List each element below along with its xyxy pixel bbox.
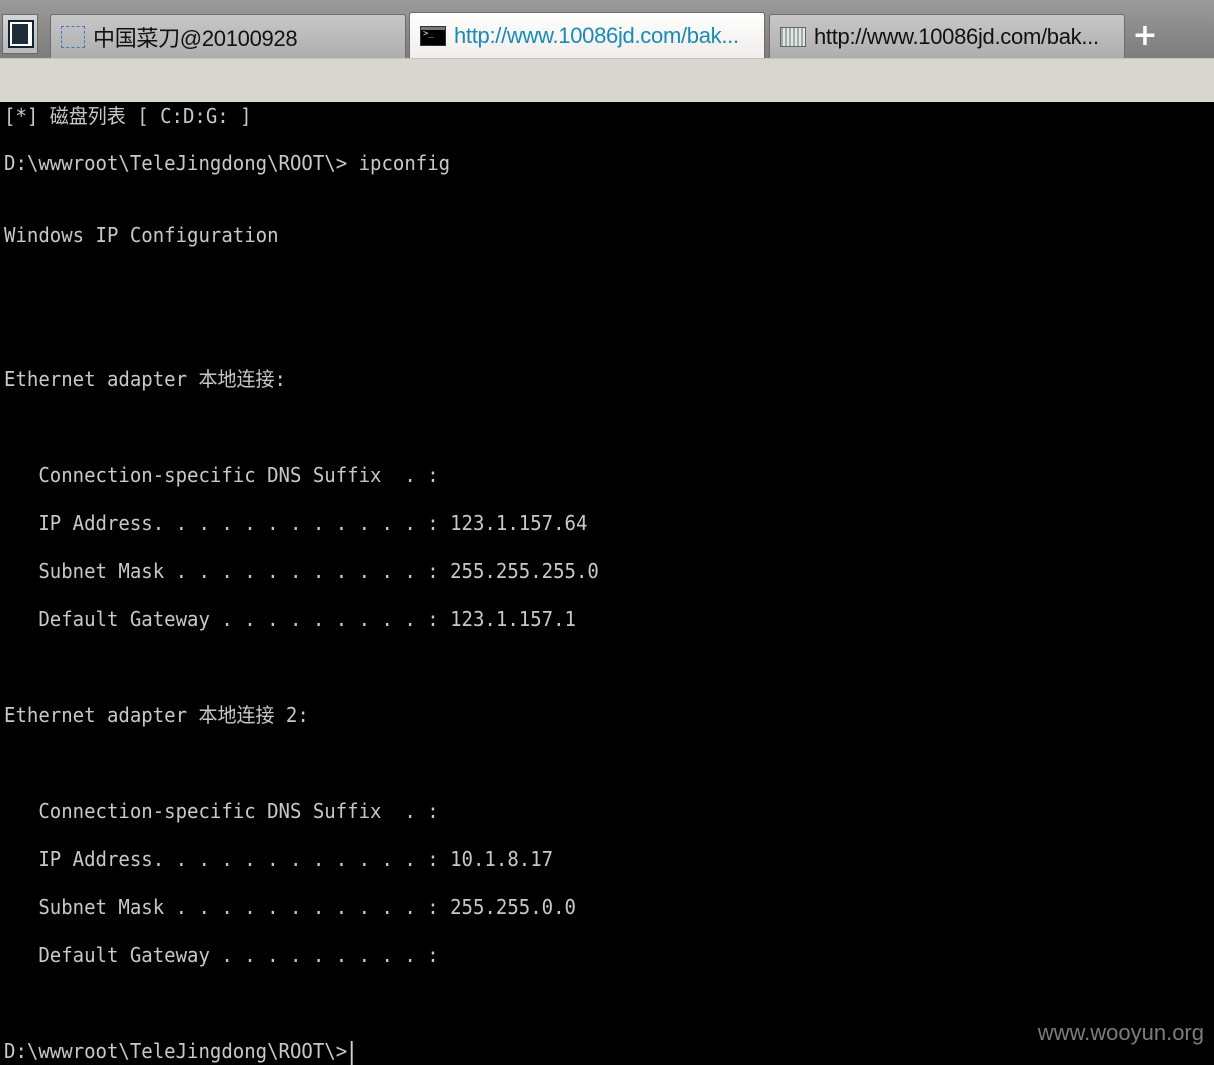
file-grid-icon bbox=[780, 26, 806, 47]
console-line: Connection-specific DNS Suffix . : bbox=[4, 799, 439, 823]
console-line: [*] 磁盘列表 [ C:D:G: ] bbox=[4, 104, 252, 128]
console-line: Ethernet adapter 本地连接: bbox=[4, 367, 286, 391]
tab-bar: 中国菜刀@20100928 http://www.10086jd.com/bak… bbox=[0, 0, 1214, 58]
console-line: Connection-specific DNS Suffix . : bbox=[4, 463, 439, 487]
text-cursor bbox=[350, 1040, 353, 1065]
tab-title: 中国菜刀@20100928 bbox=[93, 25, 298, 51]
console-line: Default Gateway . . . . . . . . . : bbox=[4, 943, 439, 967]
console-icon bbox=[420, 25, 446, 46]
tab-file-manager[interactable]: http://www.10086jd.com/bak... bbox=[769, 14, 1125, 58]
window-icon bbox=[8, 20, 34, 48]
console-prompt: D:\wwwroot\TeleJingdong\ROOT\> bbox=[4, 1039, 348, 1063]
console-line: Subnet Mask . . . . . . . . . . . : 255.… bbox=[4, 559, 599, 583]
console-prompt-line[interactable]: D:\wwwroot\TeleJingdong\ROOT\> bbox=[4, 1037, 353, 1065]
console-line: Subnet Mask . . . . . . . . . . . : 255.… bbox=[4, 895, 576, 919]
console-line: Ethernet adapter 本地连接 2: bbox=[4, 703, 309, 727]
console-line: IP Address. . . . . . . . . . . . : 123.… bbox=[4, 511, 588, 535]
console-line: IP Address. . . . . . . . . . . . : 10.1… bbox=[4, 847, 554, 871]
console-line: Default Gateway . . . . . . . . . : 123.… bbox=[4, 607, 576, 631]
app-menu-button[interactable] bbox=[2, 14, 38, 54]
watermark: www.wooyun.org bbox=[1037, 1020, 1204, 1045]
tab-title: http://www.10086jd.com/bak... bbox=[454, 22, 739, 48]
tab-caidao[interactable]: 中国菜刀@20100928 bbox=[50, 14, 406, 58]
console-line: Windows IP Configuration bbox=[4, 223, 279, 247]
plus-icon: + bbox=[1132, 18, 1158, 53]
tab-console[interactable]: http://www.10086jd.com/bak... bbox=[409, 12, 765, 58]
console-line: D:\wwwroot\TeleJingdong\ROOT\> ipconfig bbox=[4, 151, 451, 175]
tab-title: http://www.10086jd.com/bak... bbox=[814, 23, 1099, 49]
page-icon bbox=[61, 25, 85, 48]
console-output[interactable]: [*] 磁盘列表 [ C:D:G: ] D:\wwwroot\TeleJingd… bbox=[0, 102, 1214, 1065]
toolbar-strip bbox=[0, 58, 1214, 103]
new-tab-button[interactable]: + bbox=[1128, 20, 1162, 54]
